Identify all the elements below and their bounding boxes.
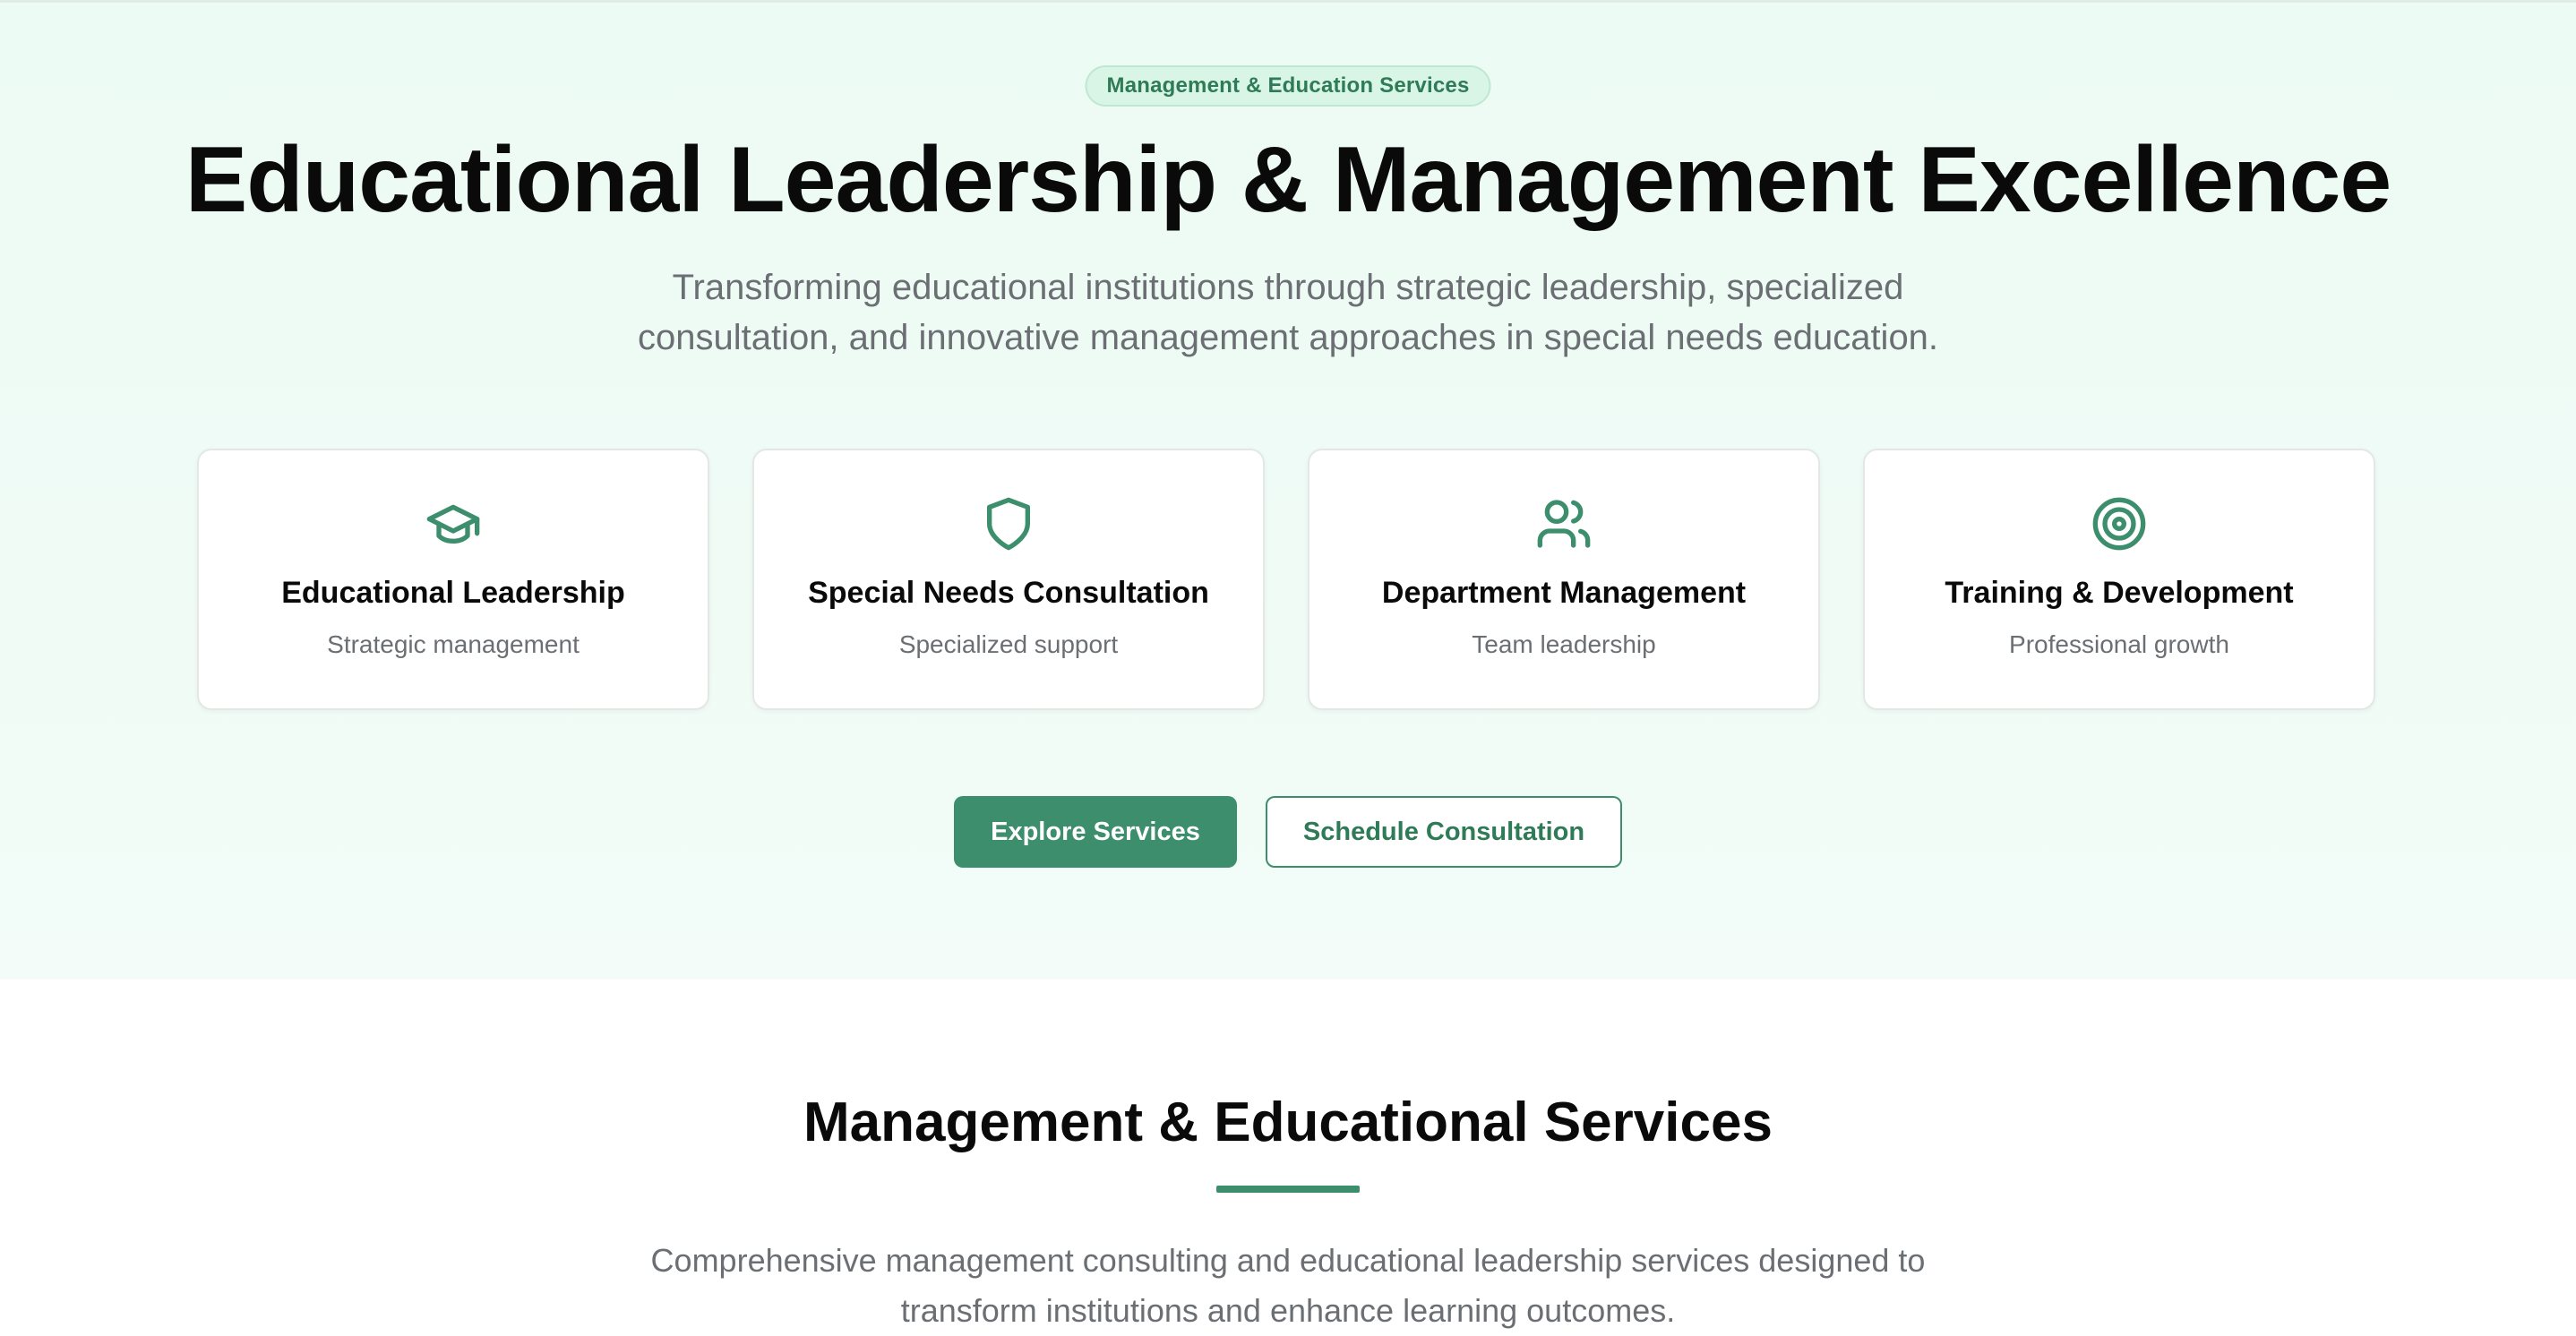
hero-subtitle: Transforming educational institutions th… — [637, 268, 1939, 357]
feature-card-training-development[interactable]: Training & Development Professional grow… — [1863, 449, 2375, 710]
services-section: Management & Educational Services Compre… — [0, 980, 2576, 1336]
feature-card-subtitle: Professional growth — [2009, 630, 2229, 658]
feature-card-subtitle: Specialized support — [898, 630, 1119, 658]
shield-icon — [980, 495, 1037, 552]
hero-actions: Explore Services Schedule Consultation — [0, 796, 2576, 868]
feature-card-title: Educational Leadership — [281, 576, 625, 610]
target-icon — [2091, 495, 2148, 552]
feature-card-department-management[interactable]: Department Management Team leadership — [1308, 449, 1820, 710]
feature-card-special-needs-consultation[interactable]: Special Needs Consultation Specialized s… — [752, 449, 1265, 710]
feature-card-educational-leadership[interactable]: Educational Leadership Strategic managem… — [197, 449, 709, 710]
feature-cards: Educational Leadership Strategic managem… — [197, 449, 2375, 710]
schedule-consultation-button[interactable]: Schedule Consultation — [1266, 796, 1622, 868]
section-badge: Management & Education Services — [1085, 65, 1491, 107]
title-divider — [1216, 1186, 1360, 1193]
hero-title: Educational Leadership & Management Exce… — [185, 128, 2391, 232]
feature-card-title: Training & Development — [1945, 576, 2294, 610]
users-icon — [1535, 495, 1593, 552]
feature-card-title: Special Needs Consultation — [808, 576, 1209, 610]
services-subtitle: Comprehensive management consulting and … — [650, 1242, 1926, 1329]
explore-services-button[interactable]: Explore Services — [954, 796, 1237, 868]
feature-card-subtitle: Team leadership — [1472, 630, 1656, 658]
hero-section: Management & Education Services Educatio… — [0, 0, 2576, 980]
feature-card-subtitle: Strategic management — [327, 630, 580, 658]
services-title: Management & Educational Services — [803, 1092, 1773, 1153]
graduation-cap-icon — [425, 495, 482, 552]
feature-card-title: Department Management — [1381, 576, 1747, 610]
